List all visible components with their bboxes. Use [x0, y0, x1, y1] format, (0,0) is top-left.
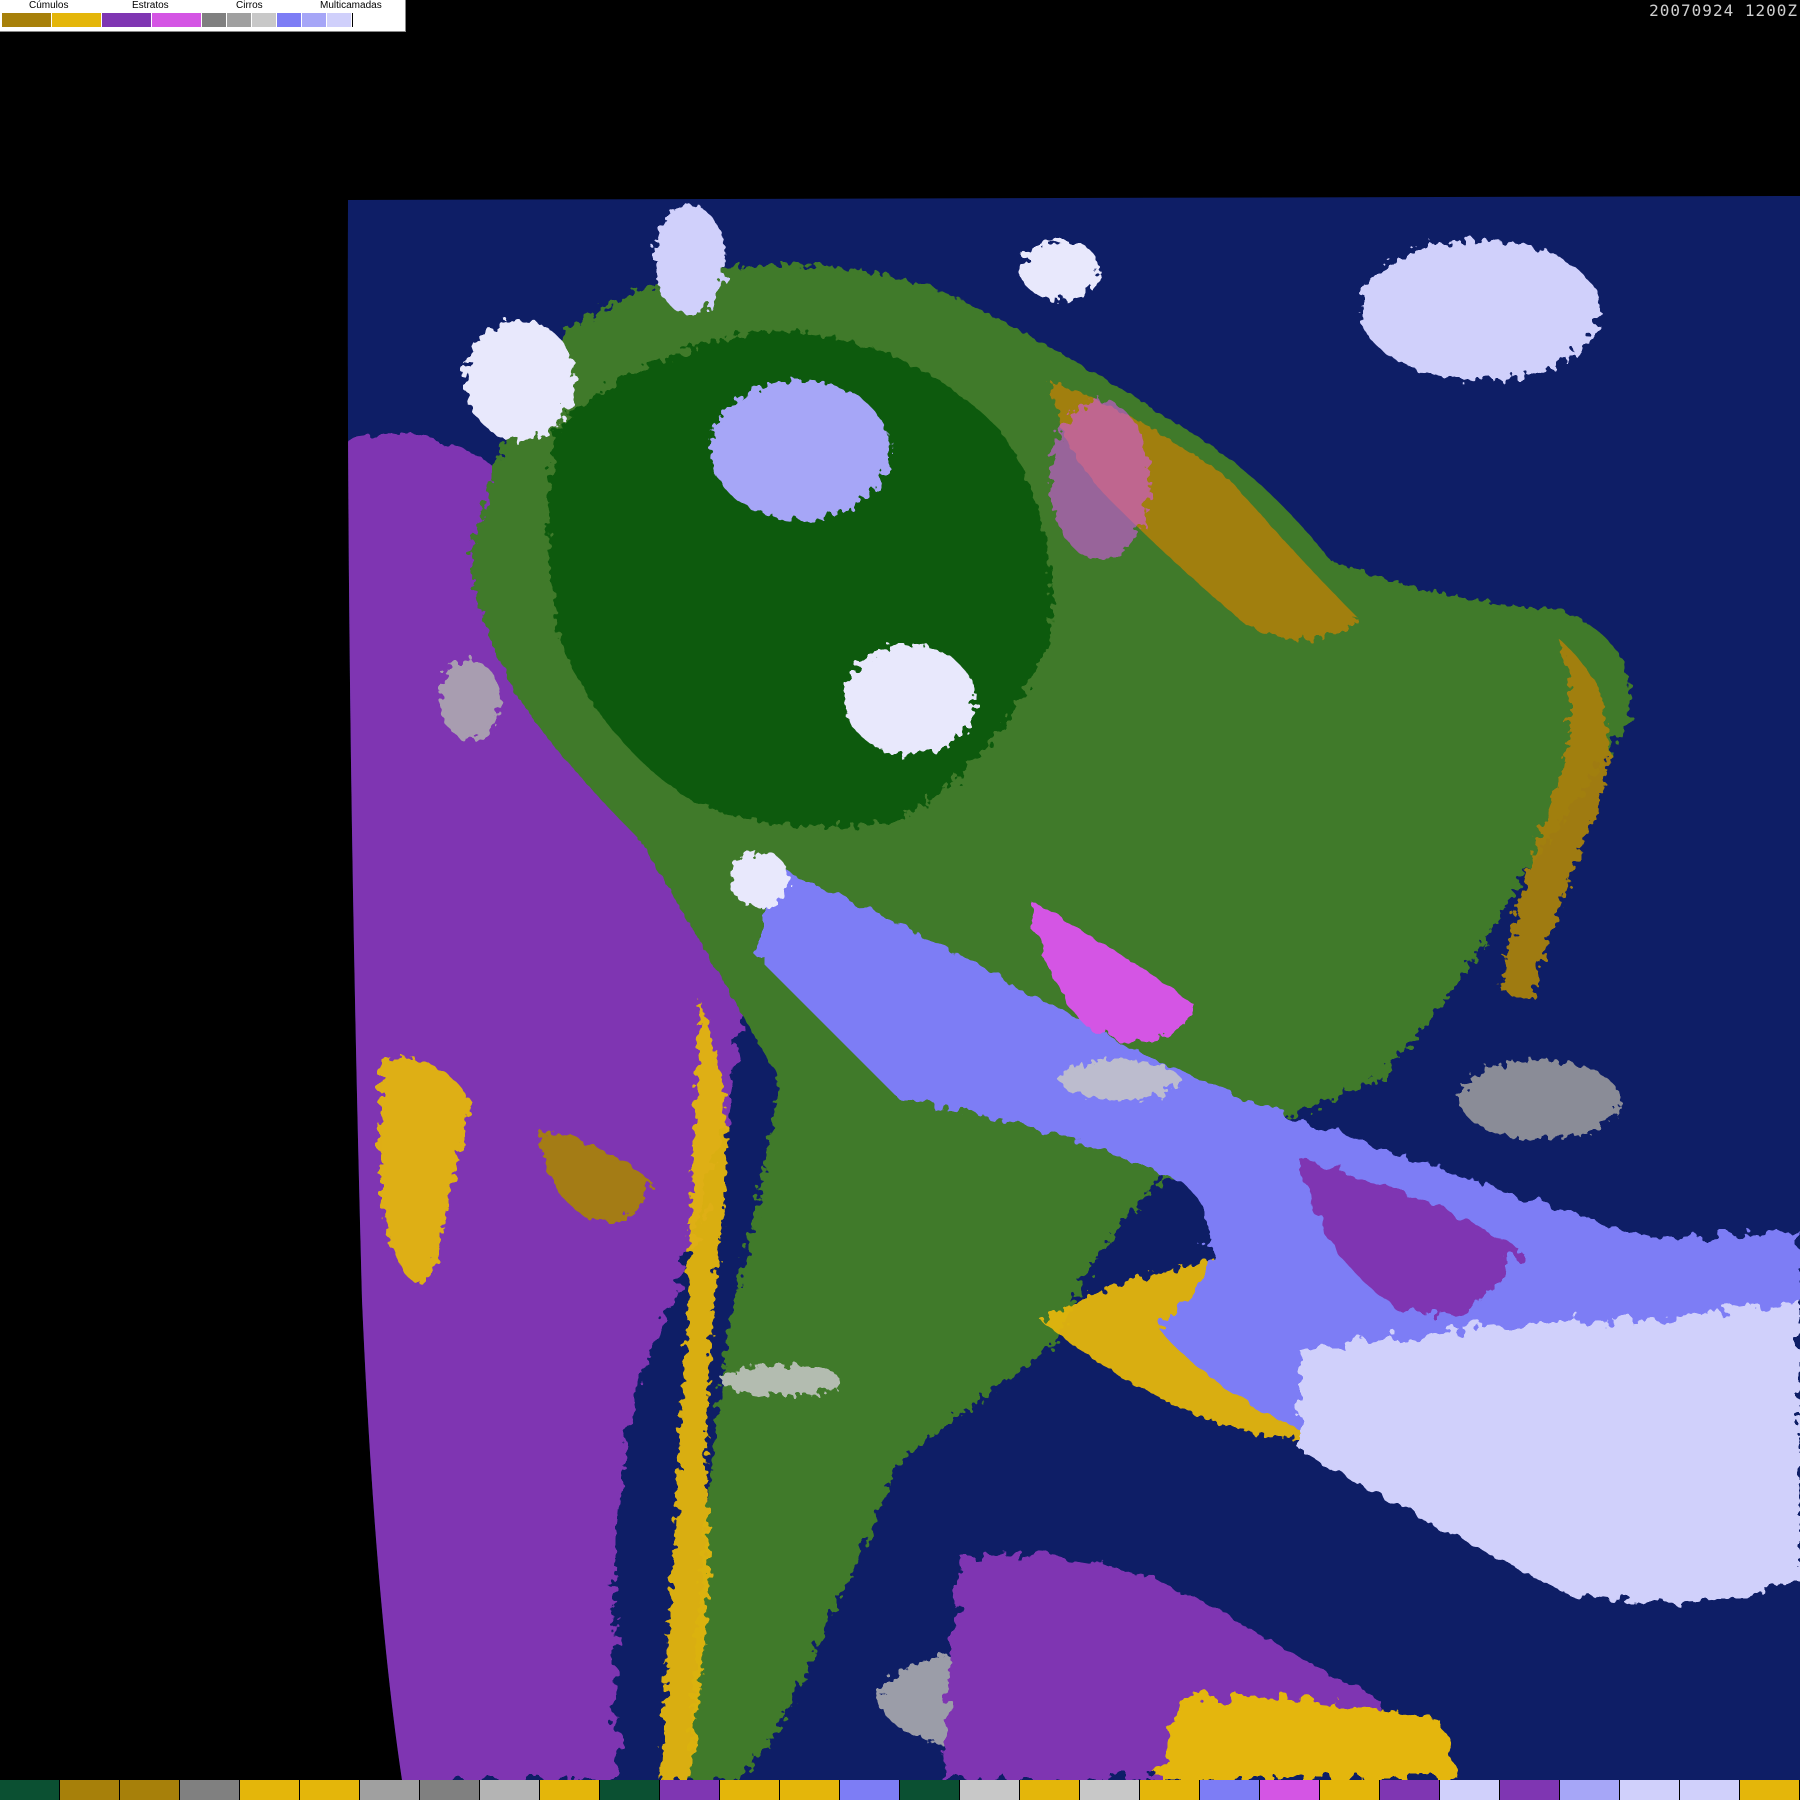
- strip-cell: [240, 1780, 300, 1800]
- legend-swatch: [52, 13, 102, 27]
- legend-swatch: [152, 13, 202, 27]
- strip-cell: [360, 1780, 420, 1800]
- strip-cell: [780, 1780, 840, 1800]
- legend-label-stratus: Estratos: [132, 0, 169, 11]
- satellite-cloud-map: [347, 196, 1800, 1780]
- image-timestamp: 20070924 1200Z: [1649, 1, 1798, 20]
- cloud-type-legend: Cúmulos Estratos Cirros Multicamadas: [0, 0, 406, 32]
- strip-cell: [660, 1780, 720, 1800]
- legend-swatch: [227, 13, 252, 27]
- legend-label-cirrus: Cirros: [236, 0, 263, 11]
- strip-cell: [1260, 1780, 1320, 1800]
- strip-cell: [1020, 1780, 1080, 1800]
- strip-cell: [1500, 1780, 1560, 1800]
- strip-cell: [1740, 1780, 1800, 1800]
- legend-labels: Cúmulos Estratos Cirros Multicamadas: [0, 0, 405, 12]
- strip-cell: [1440, 1780, 1500, 1800]
- strip-cell: [840, 1780, 900, 1800]
- strip-cell: [1200, 1780, 1260, 1800]
- strip-cell: [420, 1780, 480, 1800]
- legend-swatch: [2, 13, 52, 27]
- strip-cell: [1380, 1780, 1440, 1800]
- legend-swatch: [252, 13, 277, 27]
- strip-cell: [1320, 1780, 1380, 1800]
- earth-disk: [347, 196, 1800, 1780]
- legend-label-multilayer: Multicamadas: [320, 0, 382, 11]
- strip-cell: [720, 1780, 780, 1800]
- strip-cell: [60, 1780, 120, 1800]
- strip-cell: [300, 1780, 360, 1800]
- legend-swatch: [102, 13, 152, 27]
- legend-swatch: [302, 13, 327, 27]
- strip-cell: [1560, 1780, 1620, 1800]
- strip-cell: [960, 1780, 1020, 1800]
- strip-cell: [1620, 1780, 1680, 1800]
- strip-cell: [600, 1780, 660, 1800]
- strip-cell: [540, 1780, 600, 1800]
- strip-cell: [1680, 1780, 1740, 1800]
- legend-swatch: [352, 13, 374, 27]
- strip-cell: [1080, 1780, 1140, 1800]
- bottom-color-strip: [0, 1780, 1800, 1800]
- strip-cell: [0, 1780, 60, 1800]
- legend-label-cumulus: Cúmulos: [29, 0, 69, 11]
- strip-cell: [1140, 1780, 1200, 1800]
- legend-swatch: [327, 13, 352, 27]
- legend-swatch: [202, 13, 227, 27]
- legend-swatch: [277, 13, 302, 27]
- strip-cell: [120, 1780, 180, 1800]
- strip-cell: [480, 1780, 540, 1800]
- strip-cell: [180, 1780, 240, 1800]
- legend-swatches: [2, 13, 374, 27]
- strip-cell: [900, 1780, 960, 1800]
